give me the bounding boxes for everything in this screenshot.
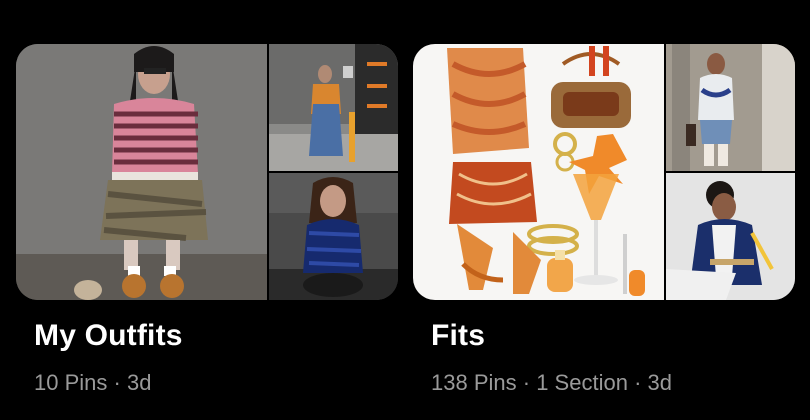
- pin-image-main[interactable]: [16, 44, 267, 300]
- pin-count: 10 Pins: [34, 370, 108, 395]
- meta-separator: ·: [522, 370, 531, 395]
- pin-image-top[interactable]: [666, 44, 795, 171]
- section-count: 1 Section: [536, 370, 628, 395]
- pin-image-bottom[interactable]: [666, 173, 795, 300]
- board-card-my-outfits[interactable]: My Outfits 10 Pins · 3d: [16, 44, 398, 395]
- pin-image-top[interactable]: [269, 44, 398, 171]
- board-card-fits[interactable]: Fits 138 Pins · 1 Section · 3d: [413, 44, 795, 395]
- board-title[interactable]: My Outfits: [34, 319, 183, 353]
- board-meta: 10 Pins · 3d: [34, 370, 151, 396]
- updated-time: 3d: [647, 370, 672, 395]
- meta-separator: ·: [634, 370, 642, 395]
- boards-page: My Outfits 10 Pins · 3d Fits 138 Pins · …: [0, 0, 810, 420]
- board-meta: 138 Pins · 1 Section · 3d: [431, 370, 672, 396]
- meta-separator: ·: [113, 370, 121, 395]
- pin-image-bottom[interactable]: [269, 173, 398, 300]
- board-cover-collage[interactable]: [16, 44, 398, 300]
- board-title[interactable]: Fits: [431, 319, 485, 353]
- board-cover-collage[interactable]: [413, 44, 795, 300]
- pin-image-main[interactable]: [413, 44, 664, 300]
- pin-count: 138 Pins: [431, 370, 517, 395]
- updated-time: 3d: [126, 370, 152, 395]
